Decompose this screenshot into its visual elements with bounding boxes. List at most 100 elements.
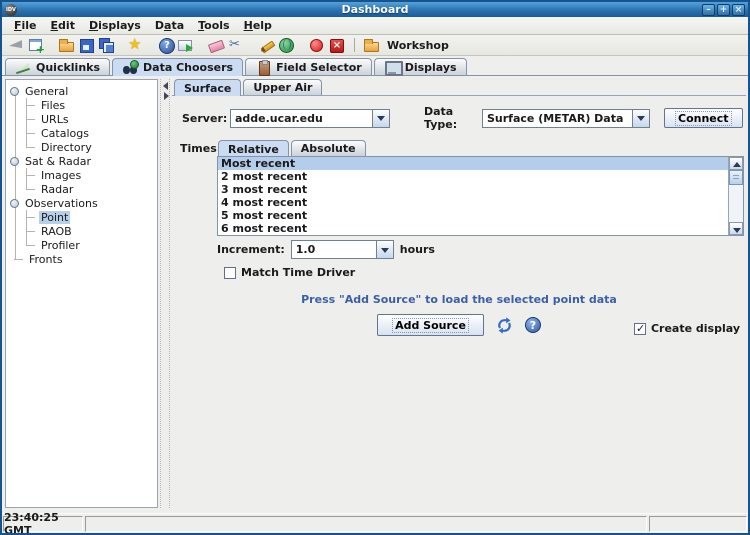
- tree-item-point[interactable]: Point: [6, 210, 157, 224]
- tree-item-radar[interactable]: Radar: [6, 182, 157, 196]
- menu-edit[interactable]: Edit: [44, 18, 82, 33]
- connect-button[interactable]: Connect: [664, 108, 743, 128]
- increment-value[interactable]: 1.0: [291, 240, 376, 259]
- window-close-button[interactable]: ×: [732, 4, 745, 16]
- clock-display: 23:40:25 GMT: [3, 516, 83, 532]
- eraser-icon[interactable]: [208, 37, 225, 53]
- tree-item-label: RAOB: [39, 225, 74, 238]
- scrollbar[interactable]: [728, 157, 743, 235]
- displays-icon: [384, 60, 400, 75]
- tab-upper-air[interactable]: Upper Air: [243, 79, 322, 95]
- increment-combobox[interactable]: 1.0: [291, 240, 394, 259]
- tab-label: Quicklinks: [36, 61, 100, 74]
- chevron-down-icon[interactable]: [632, 109, 650, 128]
- menu-file[interactable]: File: [7, 18, 44, 33]
- cut-icon[interactable]: [228, 37, 245, 53]
- tab-label: Displays: [405, 61, 457, 74]
- tree-item-files[interactable]: Files: [6, 98, 157, 112]
- open-file-icon[interactable]: [58, 37, 75, 53]
- tab-surface[interactable]: Surface: [174, 79, 241, 96]
- show-dashboard-icon[interactable]: [8, 37, 25, 53]
- collapse-right-icon[interactable]: [164, 92, 169, 100]
- globe-icon[interactable]: [278, 37, 295, 53]
- tab-quicklinks[interactable]: Quicklinks: [5, 58, 110, 75]
- save-as-icon[interactable]: [98, 37, 115, 53]
- tab-field-selector[interactable]: Field Selector: [245, 58, 372, 75]
- menu-tools[interactable]: Tools: [191, 18, 236, 33]
- save-icon[interactable]: [78, 37, 95, 53]
- tree-item-label: Radar: [39, 183, 75, 196]
- tree-item-label: URLs: [39, 113, 71, 126]
- tree-branch-icon: [26, 182, 36, 196]
- menu-help[interactable]: Help: [237, 18, 279, 33]
- times-tab-absolute[interactable]: Absolute: [291, 140, 366, 156]
- split-pane-divider[interactable]: [160, 79, 170, 508]
- tree-branch-icon: [26, 224, 36, 238]
- time-list-item[interactable]: 3 most recent: [218, 183, 743, 196]
- collapse-left-icon[interactable]: [163, 82, 168, 90]
- edit-icon[interactable]: [258, 37, 275, 53]
- refresh-icon[interactable]: [496, 317, 513, 334]
- record-icon[interactable]: [308, 37, 325, 53]
- menu-data[interactable]: Data: [148, 18, 191, 33]
- favorites-icon[interactable]: [128, 37, 145, 53]
- tree-expand-handle-icon[interactable]: [10, 199, 19, 208]
- tree-item-general[interactable]: General: [6, 84, 157, 98]
- times-tab-relative[interactable]: Relative: [218, 140, 289, 157]
- times-label: Times:: [180, 138, 217, 236]
- tree-item-label: Profiler: [39, 239, 82, 252]
- add-source-button[interactable]: Add Source: [377, 314, 484, 336]
- chevron-down-icon[interactable]: [372, 109, 390, 128]
- scrollbar-thumb[interactable]: [729, 170, 743, 185]
- workshop-toolbar-item[interactable]: Workshop: [363, 37, 449, 53]
- scroll-up-icon[interactable]: [729, 157, 743, 170]
- chevron-down-icon[interactable]: [376, 240, 394, 259]
- server-label: Server:: [182, 112, 230, 125]
- tree-item-profiler[interactable]: Profiler: [6, 238, 157, 252]
- server-value[interactable]: adde.ucar.edu: [230, 109, 372, 128]
- time-list-item[interactable]: 4 most recent: [218, 196, 743, 209]
- send-support-icon[interactable]: [178, 37, 195, 53]
- window-minimize-button[interactable]: –: [702, 4, 715, 16]
- tree-item-label: Files: [39, 99, 67, 112]
- time-list-item[interactable]: Most recent: [218, 157, 743, 170]
- menu-displays[interactable]: Displays: [82, 18, 148, 33]
- help-icon[interactable]: [525, 317, 541, 333]
- server-combobox[interactable]: adde.ucar.edu: [230, 109, 390, 128]
- time-list-item[interactable]: 2 most recent: [218, 170, 743, 183]
- tree-expand-handle-icon[interactable]: [10, 87, 19, 96]
- tree-item-label: Point: [39, 211, 70, 224]
- tree-item-directory[interactable]: Directory: [6, 140, 157, 154]
- window-maximize-button[interactable]: +: [717, 4, 730, 16]
- match-time-driver-checkbox[interactable]: [224, 267, 236, 279]
- tab-data-choosers[interactable]: Data Choosers: [112, 58, 243, 76]
- tree-branch-icon: [26, 98, 36, 112]
- tree-item-fronts[interactable]: Fronts: [6, 252, 157, 266]
- tree-item-catalogs[interactable]: Catalogs: [6, 126, 157, 140]
- tree-expand-handle-icon[interactable]: [10, 157, 19, 166]
- scroll-down-icon[interactable]: [729, 222, 743, 235]
- stop-icon[interactable]: [328, 37, 345, 53]
- tab-label: Upper Air: [253, 81, 312, 94]
- create-display-checkbox[interactable]: [634, 323, 646, 335]
- new-window-icon[interactable]: [28, 37, 45, 53]
- increment-row: Increment: 1.0 hours: [217, 240, 746, 259]
- tab-displays[interactable]: Displays: [374, 58, 467, 75]
- tree-item-urls[interactable]: URLs: [6, 112, 157, 126]
- tree-item-images[interactable]: Images: [6, 168, 157, 182]
- tree-branch-icon: [26, 210, 36, 224]
- toolbar-separator: [354, 38, 355, 52]
- dashboard-window: IDV Dashboard –+× FileEditDisplaysDataTo…: [0, 0, 750, 535]
- tab-label: Surface: [184, 82, 231, 95]
- tree-item-sat-radar[interactable]: Sat & Radar: [6, 154, 157, 168]
- increment-label: Increment:: [217, 243, 285, 256]
- tree-item-raob[interactable]: RAOB: [6, 224, 157, 238]
- memory-indicator: [649, 516, 747, 532]
- data-type-combobox[interactable]: Surface (METAR) Data: [482, 109, 650, 128]
- time-list-item[interactable]: 5 most recent: [218, 209, 743, 222]
- times-tab-bar: RelativeAbsolute: [217, 138, 744, 156]
- time-list-item[interactable]: 6 most recent: [218, 222, 743, 235]
- help-icon[interactable]: [158, 37, 175, 53]
- tree-item-label: Observations: [25, 197, 98, 210]
- tree-item-observations[interactable]: Observations: [6, 196, 157, 210]
